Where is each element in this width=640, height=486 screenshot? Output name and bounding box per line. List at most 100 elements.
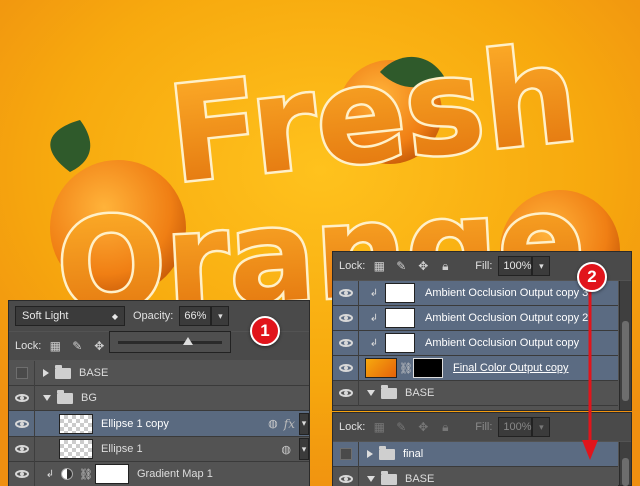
visibility-toggle[interactable] xyxy=(333,380,359,406)
visibility-toggle[interactable] xyxy=(9,461,35,486)
collapse-triangle-icon[interactable] xyxy=(43,395,51,401)
slider-track xyxy=(118,341,222,344)
chevron-down-icon: ▾ xyxy=(218,310,223,321)
opacity-label: Opacity: xyxy=(133,310,174,322)
visibility-toggle[interactable] xyxy=(9,411,35,436)
scrollbar[interactable] xyxy=(619,442,631,486)
drag-arrow xyxy=(582,290,598,460)
layer-name: Ellipse 1 copy xyxy=(101,417,169,430)
layer-thumbnail xyxy=(59,439,93,459)
layer-name: Ambient Occlusion Output copy xyxy=(425,337,580,349)
visibility-toggle[interactable] xyxy=(9,360,35,386)
opacity-dropdown-button[interactable]: ▾ xyxy=(211,306,230,326)
fx-icon[interactable]: fx xyxy=(284,417,295,431)
lock-all-icon[interactable]: 🔒︎ xyxy=(437,258,453,274)
fill-dropdown-button[interactable]: ▾ xyxy=(532,256,551,276)
layer-row-base[interactable]: BASE xyxy=(9,360,309,386)
layer-name: final xyxy=(403,448,424,460)
scrollbar[interactable] xyxy=(619,281,631,410)
collapse-triangle-icon[interactable] xyxy=(367,476,375,482)
lock-paint-icon[interactable]: ✎ xyxy=(393,258,409,274)
visibility-toggle[interactable] xyxy=(333,280,359,306)
chevron-down-icon: ▾ xyxy=(539,421,544,432)
callout-2: 2 xyxy=(577,262,607,292)
lock-position-icon[interactable]: ✥ xyxy=(415,258,431,274)
clipping-arrow-icon: ↲ xyxy=(369,287,379,299)
eye-icon xyxy=(338,289,353,297)
fill-input[interactable]: 100% xyxy=(498,256,533,276)
blend-mode-value: Soft Light xyxy=(22,310,69,322)
lock-transparent-icon[interactable]: ▦ xyxy=(47,338,63,354)
lock-position-icon[interactable]: ✥ xyxy=(91,338,107,354)
chevron-down-icon: ▾ xyxy=(301,443,307,454)
layer-thumbnail xyxy=(385,283,415,303)
visibility-toggle[interactable] xyxy=(9,436,35,462)
collapse-triangle-icon[interactable] xyxy=(367,390,375,396)
lock-paint-icon[interactable]: ✎ xyxy=(69,338,85,354)
select-arrows-icon: ◆ xyxy=(111,311,118,321)
layer-name: BASE xyxy=(405,387,435,399)
fill-dropdown-button[interactable]: ▾ xyxy=(532,417,551,437)
opacity-slider-popup[interactable] xyxy=(109,331,231,353)
lock-transparent-icon[interactable]: ▦ xyxy=(371,258,387,274)
folder-icon xyxy=(55,364,71,379)
layer-name: Ambient Occlusion Output copy 3 xyxy=(425,287,589,299)
expand-triangle-icon[interactable] xyxy=(43,369,49,377)
folder-icon xyxy=(379,445,395,460)
eye-icon xyxy=(338,475,353,483)
layer-thumbnail xyxy=(385,308,415,328)
visibility-toggle[interactable] xyxy=(333,466,359,486)
clipping-arrow-icon: ↲ xyxy=(369,312,379,324)
visibility-empty-icon xyxy=(15,367,28,379)
layer-thumbnail xyxy=(365,358,397,378)
fill-input[interactable]: 100% xyxy=(498,417,533,437)
folder-icon xyxy=(381,384,397,399)
chevron-down-icon: ▾ xyxy=(301,418,307,428)
left-layer-list: BASE BG Ellipse 1 copy ◍ fx ▾ Ellipse 1 … xyxy=(9,360,309,486)
opacity-input[interactable]: 66% xyxy=(179,306,212,326)
effects-expand-button[interactable]: ▾ xyxy=(299,438,309,460)
slider-thumb[interactable] xyxy=(182,337,193,345)
layer-row-ellipse-1-copy[interactable]: Ellipse 1 copy ◍ fx ▾ xyxy=(9,411,309,437)
folder-icon xyxy=(381,470,397,485)
fill-label: Fill: xyxy=(475,421,493,433)
layer-thumbnail xyxy=(385,333,415,353)
eye-icon xyxy=(14,419,29,428)
fill-value: 100% xyxy=(503,260,532,272)
visibility-toggle[interactable] xyxy=(333,330,359,356)
lock-transparent-icon[interactable]: ▦ xyxy=(371,419,387,435)
blend-mode-select[interactable]: Soft Light ◆ xyxy=(15,306,125,326)
eye-icon xyxy=(14,445,29,453)
vector-mask-icon: ◍ xyxy=(268,418,278,430)
scrollbar-thumb[interactable] xyxy=(622,321,629,401)
visibility-toggle[interactable] xyxy=(333,305,359,331)
eye-icon xyxy=(338,339,353,347)
eye-icon xyxy=(338,314,353,322)
layer-row-ellipse-1[interactable]: Ellipse 1 ◍ ▾ xyxy=(9,436,309,462)
visibility-empty-icon xyxy=(339,448,352,460)
opacity-value: 66% xyxy=(184,310,207,322)
visibility-toggle[interactable] xyxy=(333,355,359,381)
chain-link-icon: ⛓ xyxy=(399,362,413,375)
effects-expand-button[interactable]: ▾ xyxy=(299,412,309,435)
lock-all-icon[interactable]: 🔒︎ xyxy=(437,419,453,435)
layer-name: BASE xyxy=(405,473,435,485)
layer-row-gradient-map[interactable]: ↲ ⛓ Gradient Map 1 xyxy=(9,461,309,486)
lock-position-icon[interactable]: ✥ xyxy=(415,419,431,435)
layer-mask-thumbnail xyxy=(413,358,443,378)
folder-icon xyxy=(57,389,73,404)
eye-icon xyxy=(338,364,353,372)
expand-triangle-icon[interactable] xyxy=(367,450,373,458)
layer-name: BG xyxy=(81,392,97,404)
visibility-toggle[interactable] xyxy=(333,441,359,467)
clipping-arrow-icon: ↲ xyxy=(369,337,379,349)
callout-1: 1 xyxy=(250,316,280,346)
visibility-toggle[interactable] xyxy=(9,385,35,411)
lock-paint-icon[interactable]: ✎ xyxy=(393,419,409,435)
layer-thumbnail xyxy=(59,413,93,434)
fill-label: Fill: xyxy=(475,260,493,272)
scrollbar-thumb[interactable] xyxy=(622,458,629,486)
fill-value: 100% xyxy=(503,421,532,433)
lock-label: Lock: xyxy=(339,260,366,272)
layer-row-bg[interactable]: BG xyxy=(9,385,309,411)
